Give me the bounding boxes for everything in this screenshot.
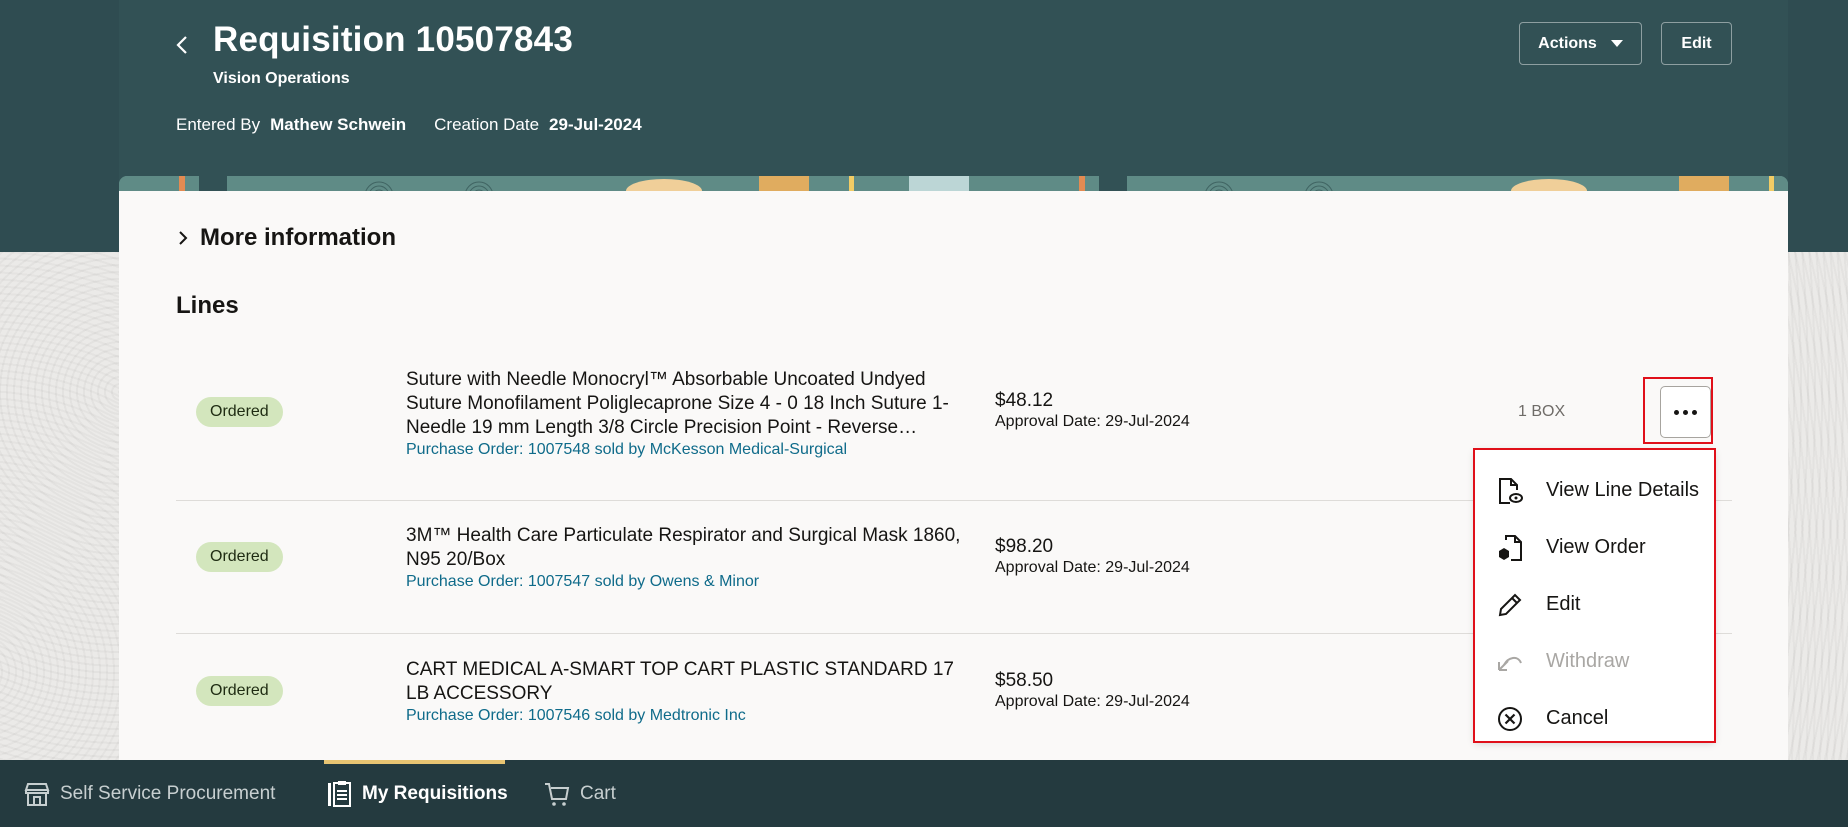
line-title[interactable]: Suture with Needle Monocryl™ Absorbable … [406,368,976,440]
menu-item-cancel[interactable]: Cancel [1475,690,1714,747]
line-title[interactable]: 3M™ Health Care Particulate Respirator a… [406,524,976,572]
nav-cart[interactable]: Cart [544,760,616,827]
nav-active-indicator [324,760,505,764]
menu-item-label: Cancel [1546,707,1609,729]
actions-button[interactable]: Actions [1519,22,1642,65]
document-view-icon [1496,477,1524,505]
line-actions-menu: View Line Details View Order Edit Withdr… [1475,450,1714,741]
back-button[interactable] [170,28,194,62]
line-quantity: 1 BOX [1518,403,1566,420]
more-information-toggle[interactable]: More information [178,224,396,252]
cancel-circle-icon [1496,705,1524,733]
menu-item-view-line-details[interactable]: View Line Details [1475,462,1714,519]
decorative-banner [119,176,1788,191]
purchase-order-link[interactable]: Purchase Order: 1007547 sold by Owens & … [406,572,976,592]
document-order-icon [1496,534,1524,562]
status-badge: Ordered [196,676,283,706]
more-information-label: More information [200,224,396,251]
creation-date-label: Creation Date [434,115,540,134]
more-horizontal-icon [1674,409,1679,415]
creation-date-value: 29-Jul-2024 [549,115,642,134]
menu-item-label: View Line Details [1546,479,1700,501]
status-badge: Ordered [196,397,283,427]
nav-self-service-procurement[interactable]: Self Service Procurement [24,760,275,827]
business-unit: Vision Operations [213,70,350,87]
menu-item-withdraw: Withdraw [1475,633,1714,690]
line-price: $98.20 [995,536,1054,557]
requisition-meta: Entered By Mathew Schwein Creation Date … [176,115,670,135]
line-price-block: $98.20 Approval Date: 29-Jul-2024 [995,536,1190,578]
purchase-order-link[interactable]: Purchase Order: 1007548 sold by McKesson… [406,440,976,460]
line-price-block: $48.12 Approval Date: 29-Jul-2024 [995,390,1190,432]
entered-by-value: Mathew Schwein [270,115,407,134]
status-badge: Ordered [196,542,283,572]
menu-item-label: Withdraw [1546,650,1630,672]
actions-label: Actions [1538,34,1597,52]
pencil-icon [1496,591,1524,619]
store-icon [24,782,50,806]
nav-my-requisitions[interactable]: My Requisitions [326,760,508,827]
undo-icon [1496,648,1524,676]
nav-label: My Requisitions [362,782,508,804]
approval-date: Approval Date: 29-Jul-2024 [995,413,1190,430]
line-price: $48.12 [995,390,1054,411]
menu-item-view-order[interactable]: View Order [1475,519,1714,576]
more-horizontal-icon-dot [1692,409,1697,415]
approval-date: Approval Date: 29-Jul-2024 [995,693,1190,710]
lines-heading: Lines [176,292,239,319]
nav-label: Cart [580,782,616,804]
menu-item-label: View Order [1546,536,1646,558]
nav-label: Self Service Procurement [60,782,276,804]
line-title[interactable]: CART MEDICAL A-SMART TOP CART PLASTIC ST… [406,658,976,706]
line-price-block: $58.50 Approval Date: 29-Jul-2024 [995,670,1190,712]
purchase-order-link[interactable]: Purchase Order: 1007546 sold by Medtroni… [406,706,976,726]
line-description: Suture with Needle Monocryl™ Absorbable … [406,368,976,460]
more-horizontal-icon-dot [1683,409,1688,415]
bottom-navigation: Self Service Procurement My Requisitions… [0,760,1848,827]
line-actions-overflow-button[interactable] [1660,386,1711,438]
menu-item-edit[interactable]: Edit [1475,576,1714,633]
page-title: Requisition 10507843 [213,20,573,59]
clipboard-icon [328,780,351,807]
edit-button[interactable]: Edit [1661,22,1732,65]
line-description: 3M™ Health Care Particulate Respirator a… [406,524,976,592]
line-price: $58.50 [995,670,1054,691]
approval-date: Approval Date: 29-Jul-2024 [995,559,1190,576]
cart-icon [545,782,570,806]
caret-down-icon [1610,40,1623,47]
entered-by-label: Entered By [176,115,261,134]
line-description: CART MEDICAL A-SMART TOP CART PLASTIC ST… [406,658,976,726]
menu-item-label: Edit [1546,593,1581,615]
chevron-right-icon [179,231,188,245]
chevron-left-icon [176,36,187,54]
